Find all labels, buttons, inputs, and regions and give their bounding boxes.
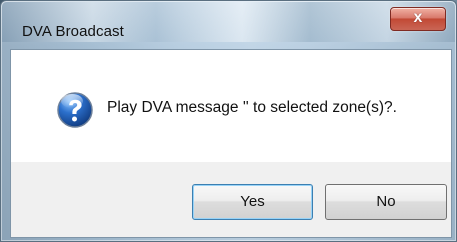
dialog-message: Play DVA message '' to selected zone(s)?… — [107, 99, 397, 116]
close-icon: x — [413, 9, 423, 26]
message-area: Play DVA message '' to selected zone(s)?… — [11, 50, 451, 162]
no-button[interactable]: No — [325, 184, 447, 220]
title-bar[interactable]: DVA Broadcast x — [2, 2, 455, 42]
close-button[interactable]: x — [390, 7, 446, 31]
dialog-body: Play DVA message '' to selected zone(s)?… — [10, 49, 452, 238]
yes-button[interactable]: Yes — [192, 184, 313, 220]
dialog-window: DVA Broadcast x Play DVA message '' to s… — [0, 0, 457, 242]
question-icon — [57, 92, 93, 128]
window-title: DVA Broadcast — [22, 23, 124, 40]
